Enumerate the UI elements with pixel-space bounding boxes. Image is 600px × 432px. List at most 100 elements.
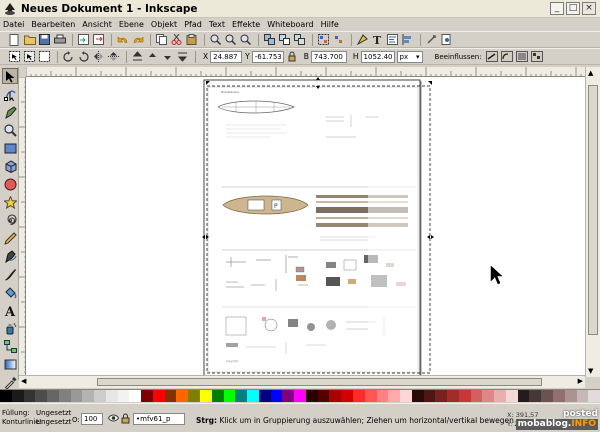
maximize-button[interactable]: □ [566, 2, 580, 15]
rotate-ccw-icon[interactable] [62, 50, 75, 63]
y-coordinate-field[interactable]: -61.753 [251, 50, 284, 63]
color-swatch[interactable] [494, 390, 506, 402]
layer-select[interactable]: •mfv61_p [133, 413, 185, 425]
color-swatch[interactable] [188, 390, 201, 402]
color-swatch[interactable] [423, 390, 436, 402]
menu-ansicht[interactable]: Ansicht [82, 20, 112, 29]
lock-proportions-icon[interactable] [286, 50, 299, 63]
minimize-button[interactable]: _ [550, 2, 564, 15]
rotate-cw-icon[interactable] [77, 50, 90, 63]
color-swatch[interactable] [305, 390, 318, 402]
ellipse-tool-icon[interactable] [2, 176, 18, 192]
lower-to-bottom-icon[interactable] [176, 50, 189, 63]
vertical-scrollbar[interactable]: ▲ ▼ [585, 67, 600, 377]
spiral-tool-icon[interactable] [2, 212, 18, 228]
color-swatch[interactable] [411, 390, 424, 402]
unlink-clone-icon[interactable] [293, 33, 306, 46]
height-field[interactable]: 1052.40 [360, 50, 395, 63]
color-swatch[interactable] [129, 390, 142, 402]
paste-icon[interactable] [185, 33, 198, 46]
color-swatch[interactable] [0, 390, 12, 402]
color-swatch[interactable] [352, 390, 365, 402]
raise-to-top-icon[interactable] [131, 50, 144, 63]
fill-stroke-icon[interactable] [356, 33, 369, 46]
paint-bucket-tool-icon[interactable] [2, 284, 18, 300]
color-swatch[interactable] [400, 390, 412, 402]
color-swatch[interactable] [564, 390, 577, 402]
horizontal-scroll-thumb[interactable] [97, 378, 542, 386]
color-swatch[interactable] [470, 390, 483, 402]
opacity-field[interactable]: 100 [81, 413, 103, 425]
move-patterns-icon[interactable] [531, 50, 544, 63]
rectangle-tool-icon[interactable] [2, 140, 18, 156]
color-swatch[interactable] [200, 390, 212, 402]
scroll-up-icon[interactable]: ▲ [588, 69, 593, 77]
drawing-canvas[interactable]: Modellbauplan P Copyright [26, 77, 585, 375]
deselect-icon[interactable] [38, 50, 51, 63]
redo-icon[interactable] [131, 33, 144, 46]
menu-whiteboard[interactable]: Whiteboard [267, 20, 313, 29]
vertical-scroll-thumb[interactable] [588, 85, 598, 335]
menu-ebene[interactable]: Ebene [119, 20, 144, 29]
scale-corners-icon[interactable] [501, 50, 514, 63]
unit-select[interactable]: px ▾ [396, 50, 423, 63]
color-swatch[interactable] [482, 390, 495, 402]
zoom-selection-icon[interactable] [209, 33, 222, 46]
3d-box-tool-icon[interactable] [2, 158, 18, 174]
color-swatch[interactable] [329, 390, 342, 402]
color-swatch[interactable] [588, 390, 600, 402]
flip-vertical-icon[interactable] [107, 50, 120, 63]
ungroup-icon[interactable] [332, 33, 345, 46]
color-swatch[interactable] [223, 390, 236, 402]
pencil-tool-icon[interactable] [2, 230, 18, 246]
color-swatch[interactable] [94, 390, 106, 402]
group-icon[interactable] [317, 33, 330, 46]
color-swatch[interactable] [164, 390, 177, 402]
color-swatch[interactable] [23, 390, 36, 402]
copy-icon[interactable] [155, 33, 168, 46]
color-swatch[interactable] [447, 390, 459, 402]
color-swatch[interactable] [388, 390, 401, 402]
scroll-down-icon[interactable]: ▼ [588, 367, 593, 375]
connector-tool-icon[interactable] [2, 338, 18, 354]
x-coordinate-field[interactable]: 24.887 [210, 50, 243, 63]
color-swatch[interactable] [58, 390, 71, 402]
color-swatch[interactable] [11, 390, 24, 402]
color-swatch[interactable] [152, 390, 165, 402]
color-swatch[interactable] [247, 390, 259, 402]
vertical-ruler[interactable] [19, 77, 26, 375]
open-folder-icon[interactable] [23, 33, 36, 46]
color-swatch[interactable] [211, 390, 224, 402]
menu-datei[interactable]: Datei [3, 20, 24, 29]
color-swatch[interactable] [341, 390, 353, 402]
xml-editor-icon[interactable] [386, 33, 399, 46]
node-tool-icon[interactable] [2, 86, 18, 102]
color-swatch[interactable] [294, 390, 306, 402]
color-swatch[interactable] [376, 390, 389, 402]
export-icon[interactable] [92, 33, 105, 46]
color-swatch[interactable] [541, 390, 553, 402]
menu-pfad[interactable]: Pfad [184, 20, 202, 29]
color-swatch[interactable] [35, 390, 48, 402]
eye-icon[interactable] [107, 414, 120, 424]
preferences-icon[interactable] [425, 33, 438, 46]
menu-text[interactable]: Text [209, 20, 225, 29]
zoom-drawing-icon[interactable] [224, 33, 237, 46]
star-tool-icon[interactable] [2, 194, 18, 210]
spray-tool-icon[interactable] [2, 320, 18, 336]
align-distribute-icon[interactable] [401, 33, 414, 46]
color-swatch[interactable] [47, 390, 59, 402]
import-icon[interactable] [77, 33, 90, 46]
color-swatch[interactable] [82, 390, 95, 402]
color-swatch[interactable] [529, 390, 542, 402]
fill-stroke-indicator[interactable]: Füllung: Ungesetzt Konturlinie:Ungesetzt [2, 409, 71, 427]
color-swatch[interactable] [435, 390, 448, 402]
scroll-left-icon[interactable]: ◀ [21, 377, 26, 385]
color-swatch[interactable] [364, 390, 377, 402]
color-swatch[interactable] [117, 390, 130, 402]
move-gradients-icon[interactable] [516, 50, 529, 63]
scale-stroke-icon[interactable] [486, 50, 499, 63]
select-all-icon[interactable] [8, 50, 21, 63]
flip-horizontal-icon[interactable] [92, 50, 105, 63]
horizontal-scrollbar[interactable]: ◀ ▶ [19, 375, 585, 388]
